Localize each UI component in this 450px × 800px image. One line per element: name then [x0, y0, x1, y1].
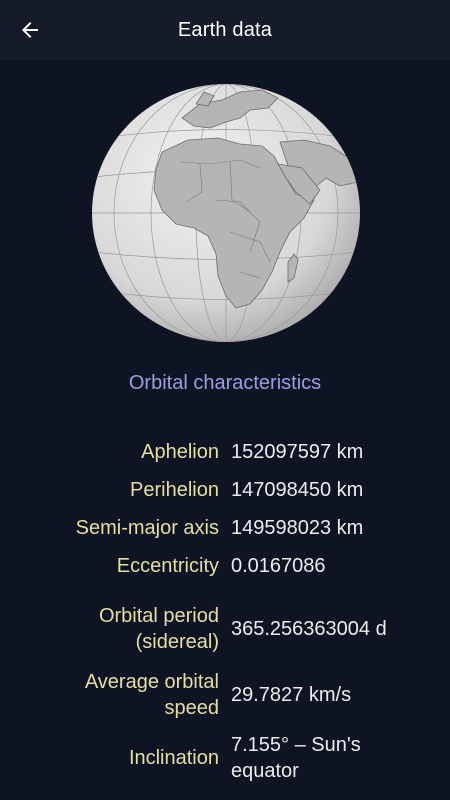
value-perihelion: 147098450 km [231, 479, 364, 501]
globe-africa-europe-icon [92, 84, 360, 342]
label-inclination: Inclination [128, 747, 219, 769]
label-average-orbital-speed-line2: speed [164, 697, 220, 719]
value-semi-major-axis: 149598023 km [231, 517, 364, 539]
label-semi-major-axis: Semi-major axis [75, 517, 219, 539]
label-perihelion: Perihelion [130, 479, 219, 501]
value-inclination-line2: equator [231, 760, 299, 782]
section-title: Orbital characteristics [128, 372, 322, 394]
label-orbital-period-line2: (sidereal) [135, 631, 219, 653]
label-average-orbital-speed-line1: Average orbital [84, 671, 219, 693]
label-aphelion: Aphelion [141, 441, 219, 463]
value-eccentricity: 0.0167086 [231, 555, 326, 577]
value-inclination-line1: 7.155° – Sun's [231, 734, 361, 756]
label-orbital-period-line1: Orbital period [98, 605, 219, 627]
value-average-orbital-speed: 29.7827 km/s [231, 684, 352, 706]
app-bar: Earth data [0, 0, 450, 60]
value-aphelion: 152097597 km [231, 441, 364, 463]
label-eccentricity: Eccentricity [116, 555, 219, 577]
page-title: Earth data [177, 18, 273, 41]
value-orbital-period: 365.256363004 d [231, 618, 387, 640]
earth-globe-image [90, 82, 362, 344]
